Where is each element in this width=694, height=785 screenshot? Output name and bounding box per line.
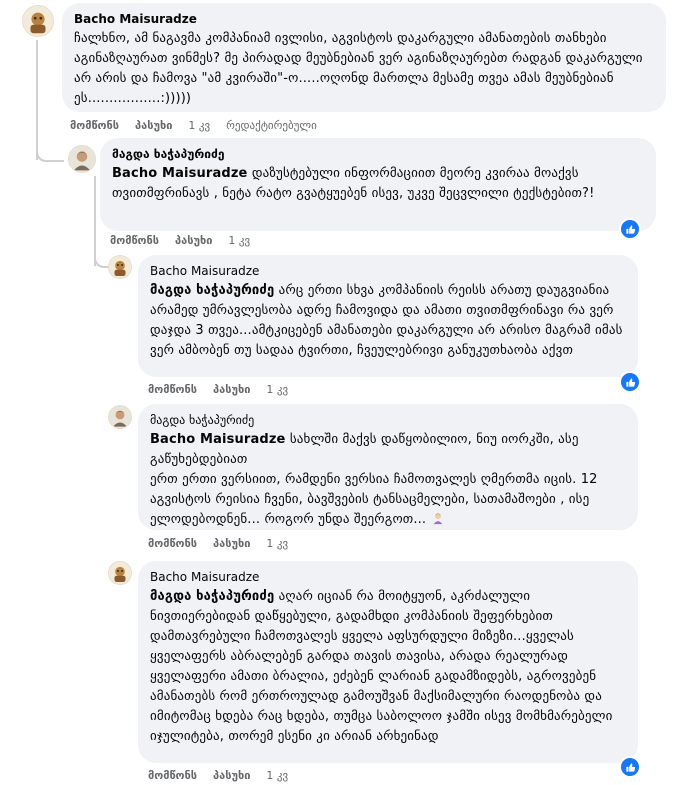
comment-actions: მომწონს პასუხი 1 კვ [148, 537, 288, 550]
comment-bubble: Bacho Maisuradze მაგდა ხაჭაპურიძე არც ერ… [138, 255, 638, 377]
comment-bubble: მაგდა ხაჭაპურიძე Bacho Maisuradze დაზუსტ… [100, 138, 656, 231]
timestamp[interactable]: 1 კვ [266, 769, 288, 782]
timestamp[interactable]: 1 კვ [266, 537, 288, 550]
person-facepalming-icon [433, 513, 442, 525]
comment-text: მაგდა ხაჭაპურიძე არც ერთი სხვა კომპანიის… [150, 283, 623, 358]
comment-text: Bacho Maisuradze სახლში მაქვს დაწყობილიო… [150, 432, 598, 527]
avatar[interactable] [108, 255, 132, 279]
timestamp[interactable]: 1 კვ [228, 234, 250, 247]
comment-text: Bacho Maisuradze დაზუსტებული ინფორმაციით… [112, 166, 595, 201]
like-link[interactable]: მომწონს [148, 383, 197, 396]
timestamp[interactable]: 1 კვ [188, 119, 210, 132]
like-link[interactable]: მომწონს [70, 119, 119, 132]
comment-text: ჩალხნო, ამ ნაგავმა კომპანიამ ივლისი, აგვ… [74, 31, 643, 106]
comment-text: მაგდა ხაჭაპურიძე აღარ იციან რა მოიტყუონ,… [150, 589, 613, 744]
reply-link[interactable]: პასუხი [135, 119, 172, 132]
mention-tag[interactable]: Bacho Maisuradze [112, 166, 248, 181]
like-link[interactable]: მომწონს [148, 769, 197, 782]
thread-connector [94, 246, 108, 268]
thumbs-up-icon [625, 224, 635, 234]
avatar[interactable] [68, 145, 96, 173]
avatar[interactable] [108, 405, 132, 429]
comment-author[interactable]: Bacho Maisuradze [150, 569, 626, 585]
like-reaction-badge[interactable] [619, 756, 641, 778]
like-reaction-badge[interactable] [619, 218, 641, 240]
reply-link[interactable]: პასუხი [213, 537, 250, 550]
comment-bubble: მაგდა ხაჭაპურიძე Bacho Maisuradze სახლში… [138, 404, 638, 530]
like-reaction-badge[interactable] [619, 371, 641, 393]
mention-tag[interactable]: მაგდა ხაჭაპურიძე [150, 283, 274, 298]
thumbs-up-icon [625, 762, 635, 772]
comment-actions: მომწონს პასუხი 1 კვ [148, 769, 288, 782]
timestamp[interactable]: 1 კვ [266, 383, 288, 396]
comment-bubble: Bacho Maisuradze ჩალხნო, ამ ნაგავმა კომპ… [62, 3, 666, 112]
comment-author[interactable]: მაგდა ხაჭაპურიძე [150, 412, 626, 428]
thread-connector [36, 140, 64, 162]
edited-label: რედაქტირებული [226, 119, 317, 132]
comment-author[interactable]: მაგდა ხაჭაპურიძე [112, 146, 644, 162]
comment-bubble: Bacho Maisuradze მაგდა ხაჭაპურიძე აღარ ი… [138, 561, 638, 763]
avatar[interactable] [22, 5, 54, 37]
comment-actions: მომწონს პასუხი 1 კვ [148, 383, 288, 396]
avatar[interactable] [108, 561, 132, 585]
reply-link[interactable]: პასუხი [213, 383, 250, 396]
mention-tag[interactable]: Bacho Maisuradze [150, 432, 286, 447]
reply-link[interactable]: პასუხი [213, 769, 250, 782]
comment-author[interactable]: Bacho Maisuradze [74, 11, 654, 27]
like-link[interactable]: მომწონს [148, 537, 197, 550]
like-link[interactable]: მომწონს [110, 234, 159, 247]
mention-tag[interactable]: მაგდა ხაჭაპურიძე [150, 589, 274, 604]
comment-author[interactable]: Bacho Maisuradze [150, 263, 626, 279]
comment-actions: მომწონს პასუხი 1 კვ [110, 234, 250, 247]
reply-link[interactable]: პასუხი [175, 234, 212, 247]
thumbs-up-icon [625, 377, 635, 387]
comment-actions: მომწონს პასუხი 1 კვ რედაქტირებული [70, 119, 317, 132]
